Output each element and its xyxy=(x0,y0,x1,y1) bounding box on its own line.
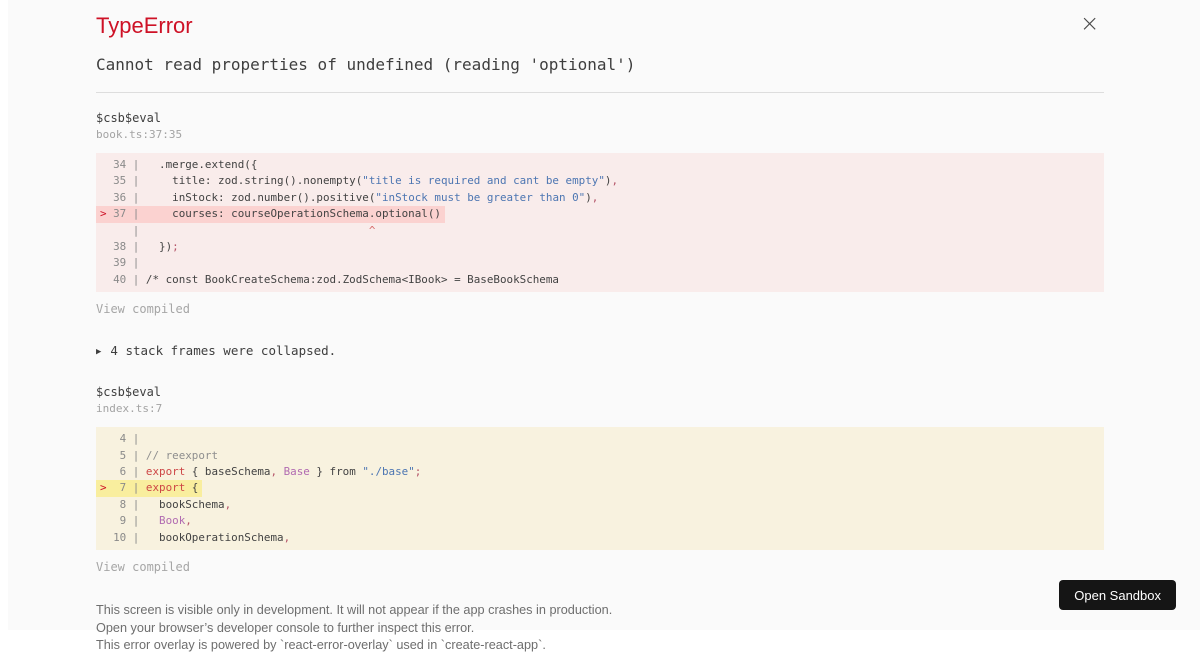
code-line: > 37 | courses: courseOperationSchema.op… xyxy=(96,206,1104,222)
view-compiled-link[interactable]: View compiled xyxy=(96,560,1104,574)
frame-function: $csb$eval xyxy=(96,385,1104,400)
code-line: > 7 | export { xyxy=(96,480,1104,496)
error-title: TypeError xyxy=(96,12,1104,40)
expand-triangle-icon: ▶ xyxy=(96,347,101,357)
view-compiled-link[interactable]: View compiled xyxy=(96,302,1104,316)
frame-function: $csb$eval xyxy=(96,111,1104,126)
code-line: 39 | xyxy=(96,255,1104,271)
code-line: | ^ xyxy=(96,223,1104,239)
code-line: 9 | Book, xyxy=(96,513,1104,529)
collapsed-frames-label: 4 stack frames were collapsed. xyxy=(110,343,336,358)
code-frame: 4 | 5 | // reexport 6 | export { baseSch… xyxy=(96,427,1104,550)
open-sandbox-button[interactable]: Open Sandbox xyxy=(1059,580,1176,610)
footer-line-dev: This screen is visible only in developme… xyxy=(96,602,1104,619)
stack-frame-book: $csb$eval book.ts:37:35 34 | .merge.exte… xyxy=(96,111,1104,316)
error-overlay: × TypeError Cannot read properties of un… xyxy=(8,0,1200,630)
code-line: 34 | .merge.extend({ xyxy=(96,157,1104,173)
footer-line-powered: This error overlay is powered by `react-… xyxy=(96,637,1104,654)
code-frame: 34 | .merge.extend({ 35 | title: zod.str… xyxy=(96,153,1104,292)
close-icon[interactable]: × xyxy=(1080,13,1099,36)
code-line: 4 | xyxy=(96,431,1104,447)
footer-line-console: Open your browser’s developer console to… xyxy=(96,620,1104,637)
frame-location: index.ts:7 xyxy=(96,402,1104,415)
divider xyxy=(96,92,1104,93)
code-line: 5 | // reexport xyxy=(96,448,1104,464)
code-line: 6 | export { baseSchema, Base } from "./… xyxy=(96,464,1104,480)
overlay-content: TypeError Cannot read properties of unde… xyxy=(96,0,1104,654)
code-line: 35 | title: zod.string().nonempty("title… xyxy=(96,173,1104,189)
code-line: 40 | /* const BookCreateSchema:zod.ZodSc… xyxy=(96,272,1104,288)
footer-note: This screen is visible only in developme… xyxy=(96,602,1104,654)
error-message: Cannot read properties of undefined (rea… xyxy=(96,55,1104,75)
code-line: 36 | inStock: zod.number().positive("inS… xyxy=(96,190,1104,206)
code-line: 10 | bookOperationSchema, xyxy=(96,530,1104,546)
collapsed-frames-toggle[interactable]: ▶ 4 stack frames were collapsed. xyxy=(96,343,1104,360)
frame-location: book.ts:37:35 xyxy=(96,128,1104,141)
code-line: 8 | bookSchema, xyxy=(96,497,1104,513)
code-line: 38 | }); xyxy=(96,239,1104,255)
stack-frame-index: $csb$eval index.ts:7 4 | 5 | // reexport… xyxy=(96,385,1104,574)
